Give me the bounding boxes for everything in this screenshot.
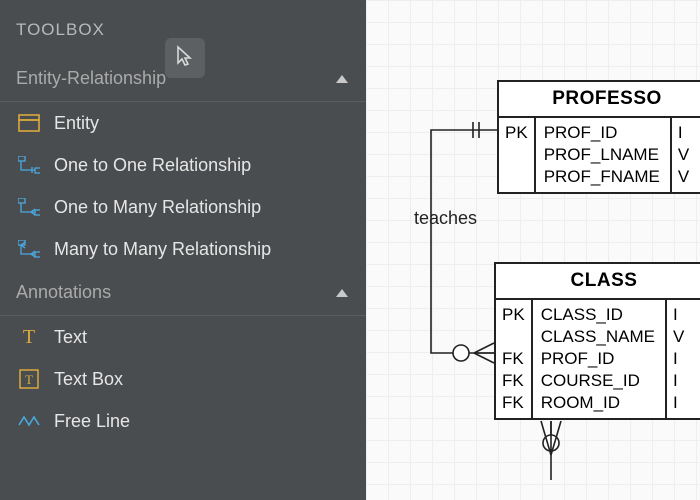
attr-cell: PROF_ID bbox=[544, 122, 660, 144]
diagram-canvas[interactable]: teaches PROFESSO PK PROF_ID PROF_LNAME P… bbox=[366, 0, 700, 500]
section-label: Entity-Relationship bbox=[16, 68, 166, 89]
type-cell: I bbox=[673, 370, 684, 392]
free-line-icon bbox=[18, 410, 40, 432]
entity-body: PK PROF_ID PROF_LNAME PROF_FNAME I V V bbox=[499, 118, 700, 192]
attr-cell: CLASS_NAME bbox=[541, 326, 655, 348]
tool-label: One to Many Relationship bbox=[54, 197, 261, 218]
key-cell: FK bbox=[502, 348, 525, 370]
entity-body: PK FK FK FK CLASS_ID CLASS_NAME PROF_ID … bbox=[496, 300, 700, 418]
tool-many-to-many[interactable]: Many to Many Relationship bbox=[0, 228, 366, 270]
entity-title: CLASS bbox=[496, 264, 700, 300]
entity-title: PROFESSO bbox=[499, 82, 700, 118]
tool-label: Text bbox=[54, 327, 87, 348]
entity-professor[interactable]: PROFESSO PK PROF_ID PROF_LNAME PROF_FNAM… bbox=[497, 80, 700, 194]
type-cell: I bbox=[678, 122, 689, 144]
tool-label: One to One Relationship bbox=[54, 155, 251, 176]
collapse-icon bbox=[336, 75, 348, 83]
key-cell bbox=[505, 144, 528, 166]
attr-cell: ROOM_ID bbox=[541, 392, 655, 414]
text-box-icon: T bbox=[18, 368, 40, 390]
tool-one-to-many[interactable]: One to Many Relationship bbox=[0, 186, 366, 228]
attr-cell: CLASS_ID bbox=[541, 304, 655, 326]
entity-class[interactable]: CLASS PK FK FK FK CLASS_ID CLASS_NAME PR… bbox=[494, 262, 700, 420]
attr-cell: PROF_ID bbox=[541, 348, 655, 370]
text-icon: T bbox=[18, 326, 40, 348]
tool-label: Free Line bbox=[54, 411, 130, 432]
attr-cell: PROF_LNAME bbox=[544, 144, 660, 166]
tool-label: Text Box bbox=[54, 369, 123, 390]
collapse-icon bbox=[336, 289, 348, 297]
tool-text[interactable]: T Text bbox=[0, 316, 366, 358]
key-cell bbox=[505, 166, 528, 188]
toolbox-sidebar: TOOLBOX Entity-Relationship Entity One t… bbox=[0, 0, 366, 500]
entity-icon bbox=[18, 112, 40, 134]
type-cell: V bbox=[678, 144, 689, 166]
many-to-many-icon bbox=[18, 238, 40, 260]
key-cell: PK bbox=[502, 304, 525, 326]
attr-cell: PROF_FNAME bbox=[544, 166, 660, 188]
tool-one-to-one[interactable]: One to One Relationship bbox=[0, 144, 366, 186]
cursor-tool-button[interactable] bbox=[165, 38, 205, 78]
one-to-many-icon bbox=[18, 196, 40, 218]
section-annotations[interactable]: Annotations bbox=[0, 270, 366, 316]
tool-text-box[interactable]: T Text Box bbox=[0, 358, 366, 400]
relationship-label: teaches bbox=[414, 208, 477, 229]
type-cell: I bbox=[673, 348, 684, 370]
cursor-icon bbox=[175, 45, 195, 72]
key-cell: FK bbox=[502, 370, 525, 392]
key-cell: PK bbox=[505, 122, 528, 144]
key-cell: FK bbox=[502, 392, 525, 414]
type-cell: V bbox=[678, 166, 689, 188]
key-cell bbox=[502, 326, 525, 348]
tool-label: Many to Many Relationship bbox=[54, 239, 271, 260]
type-cell: I bbox=[673, 392, 684, 414]
tool-free-line[interactable]: Free Line bbox=[0, 400, 366, 442]
tool-entity[interactable]: Entity bbox=[0, 102, 366, 144]
attr-cell: COURSE_ID bbox=[541, 370, 655, 392]
one-to-one-icon bbox=[18, 154, 40, 176]
svg-text:T: T bbox=[25, 372, 33, 387]
type-cell: I bbox=[673, 304, 684, 326]
type-cell: V bbox=[673, 326, 684, 348]
section-label: Annotations bbox=[16, 282, 111, 303]
relationship-connectors bbox=[366, 0, 700, 500]
tool-label: Entity bbox=[54, 113, 99, 134]
